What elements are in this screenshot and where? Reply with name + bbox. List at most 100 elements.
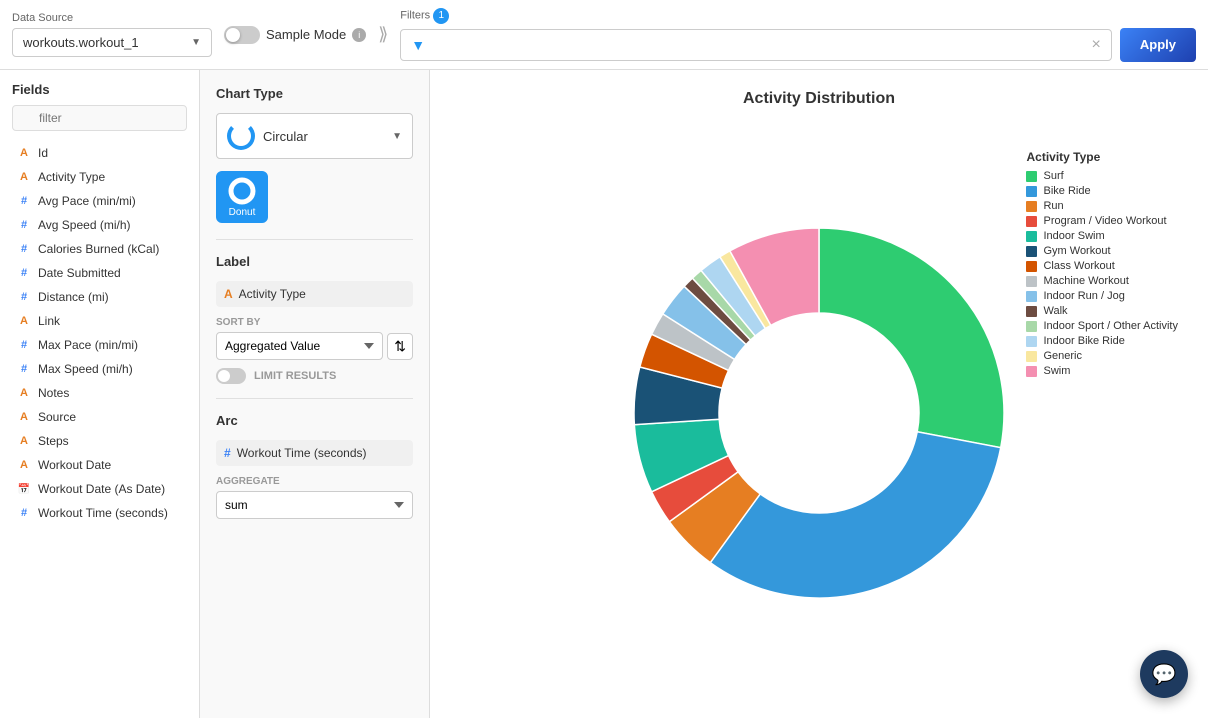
field-name: Workout Date	[38, 458, 111, 472]
field-type-icon: A	[16, 411, 32, 423]
legend-item: Program / Video Workout	[1026, 215, 1178, 227]
filter-input[interactable]	[433, 37, 1083, 52]
legend-label: Class Workout	[1043, 260, 1114, 272]
legend-item: Indoor Bike Ride	[1026, 335, 1178, 347]
chevron-down-icon: ▼	[392, 131, 402, 142]
field-item[interactable]: AWorkout Date	[12, 453, 187, 477]
sort-by-select[interactable]: Aggregated Value	[216, 332, 383, 360]
legend-swatch	[1026, 351, 1037, 362]
legend-label: Swim	[1043, 365, 1070, 377]
field-type-icon: #	[16, 291, 32, 303]
divider	[216, 239, 413, 240]
field-item[interactable]: # Date Submitted	[12, 261, 187, 285]
field-item[interactable]: #Avg Speed (mi/h)	[12, 213, 187, 237]
field-item[interactable]: # Max Speed (mi/h)	[12, 357, 187, 381]
field-name: Avg Speed (mi/h)	[38, 218, 131, 232]
sort-by-label: SORT BY	[216, 317, 413, 328]
top-bar: Data Source workouts.workout_1 ▼ Sample …	[0, 0, 1208, 70]
field-item[interactable]: #Calories Burned (kCal)	[12, 237, 187, 261]
donut-chart-button[interactable]: Donut	[216, 171, 268, 223]
legend-item: Bike Ride	[1026, 185, 1178, 197]
data-source-value: workouts.workout_1	[23, 35, 139, 50]
fields-title: Fields	[12, 82, 187, 97]
legend-swatch	[1026, 291, 1037, 302]
legend-items: Surf Bike Ride Run Program / Video Workout I…	[1026, 170, 1178, 377]
sample-mode-section: Sample Mode i	[224, 26, 366, 44]
field-item[interactable]: #Max Pace (min/mi)	[12, 333, 187, 357]
filter-icon: ▼	[411, 37, 425, 53]
field-name: Avg Pace (min/mi)	[38, 194, 136, 208]
field-item[interactable]: AActivity Type	[12, 165, 187, 189]
field-type-icon: 📅	[16, 484, 32, 495]
field-name: Max Pace (min/mi)	[38, 338, 138, 352]
legend-label: Indoor Sport / Other Activity	[1043, 320, 1178, 332]
chat-button[interactable]: 💬	[1140, 650, 1188, 698]
legend-item: Run	[1026, 200, 1178, 212]
legend-item: Indoor Swim	[1026, 230, 1178, 242]
legend: Activity Type Surf Bike Ride Run Program / …	[1026, 150, 1178, 380]
legend-item: Gym Workout	[1026, 245, 1178, 257]
fields-list: AIdAActivity Type#Avg Pace (min/mi)#Avg …	[12, 141, 187, 525]
legend-swatch	[1026, 231, 1037, 242]
donut-label: Donut	[229, 207, 256, 218]
legend-item: Generic	[1026, 350, 1178, 362]
field-search-input[interactable]	[12, 105, 187, 131]
data-source-label: Data Source	[12, 12, 212, 24]
chart-type-dropdown[interactable]: Circular ▼	[216, 113, 413, 159]
field-type-icon: A	[16, 387, 32, 399]
field-name: Steps	[38, 434, 69, 448]
legend-label: Program / Video Workout	[1043, 215, 1166, 227]
field-item[interactable]: #Avg Pace (min/mi)	[12, 189, 187, 213]
field-item[interactable]: ASteps	[12, 429, 187, 453]
field-type-icon: A	[16, 315, 32, 327]
legend-item: Surf	[1026, 170, 1178, 182]
field-type-icon: #	[16, 267, 32, 279]
fields-panel: Fields 🔍 AIdAActivity Type#Avg Pace (min…	[0, 70, 200, 718]
field-item[interactable]: #Workout Time (seconds)	[12, 501, 187, 525]
legend-item: Indoor Run / Jog	[1026, 290, 1178, 302]
chart-area-panel: Activity Distribution Activity Type Surf…	[430, 70, 1208, 718]
legend-swatch	[1026, 186, 1037, 197]
legend-title: Activity Type	[1026, 150, 1178, 164]
limit-results-toggle[interactable]	[216, 368, 246, 384]
donut-segment	[819, 228, 1004, 448]
legend-label: Machine Workout	[1043, 275, 1128, 287]
clear-filter-icon[interactable]: ×	[1092, 36, 1101, 54]
aggregate-select[interactable]: sum	[216, 491, 413, 519]
sample-mode-toggle[interactable]	[224, 26, 260, 44]
field-name: Distance (mi)	[38, 290, 109, 304]
chart-options-panel: Chart Type Circular ▼ Donut Label A Acti…	[200, 70, 430, 718]
arc-section-title: Arc	[216, 413, 413, 428]
field-type-icon: #	[16, 507, 32, 519]
field-item[interactable]: 📅Workout Date (As Date)	[12, 477, 187, 501]
arc-field-display: # Workout Time (seconds)	[216, 440, 413, 466]
legend-item: Walk	[1026, 305, 1178, 317]
field-item[interactable]: ALink	[12, 309, 187, 333]
field-name: Max Speed (mi/h)	[38, 362, 133, 376]
legend-label: Indoor Swim	[1043, 230, 1104, 242]
donut-chart-svg	[589, 183, 1049, 643]
legend-swatch	[1026, 246, 1037, 257]
filters-section: Filters 1 ▼ × Apply	[400, 8, 1196, 62]
field-item[interactable]: ANotes	[12, 381, 187, 405]
field-type-icon: #	[16, 363, 32, 375]
legend-label: Bike Ride	[1043, 185, 1090, 197]
data-source-dropdown[interactable]: workouts.workout_1 ▼	[12, 28, 212, 57]
field-item[interactable]: # Distance (mi)	[12, 285, 187, 309]
sample-mode-info-icon[interactable]: i	[352, 28, 366, 42]
filter-bar: ▼ ×	[400, 29, 1112, 61]
sort-direction-button[interactable]: ⇅	[387, 333, 413, 360]
sample-mode-toggle-wrap: Sample Mode i	[224, 26, 366, 44]
field-item[interactable]: A Source	[12, 405, 187, 429]
legend-swatch	[1026, 336, 1037, 347]
chart-icons-row: Donut	[216, 171, 413, 223]
field-item[interactable]: AId	[12, 141, 187, 165]
sort-row: Aggregated Value ⇅	[216, 332, 413, 360]
legend-swatch	[1026, 201, 1037, 212]
field-type-icon: A	[16, 171, 32, 183]
field-name: Source	[38, 410, 76, 424]
legend-item: Indoor Sport / Other Activity	[1026, 320, 1178, 332]
field-name: Date Submitted	[38, 266, 121, 280]
apply-button[interactable]: Apply	[1120, 28, 1196, 62]
donut-segment	[710, 432, 1000, 598]
